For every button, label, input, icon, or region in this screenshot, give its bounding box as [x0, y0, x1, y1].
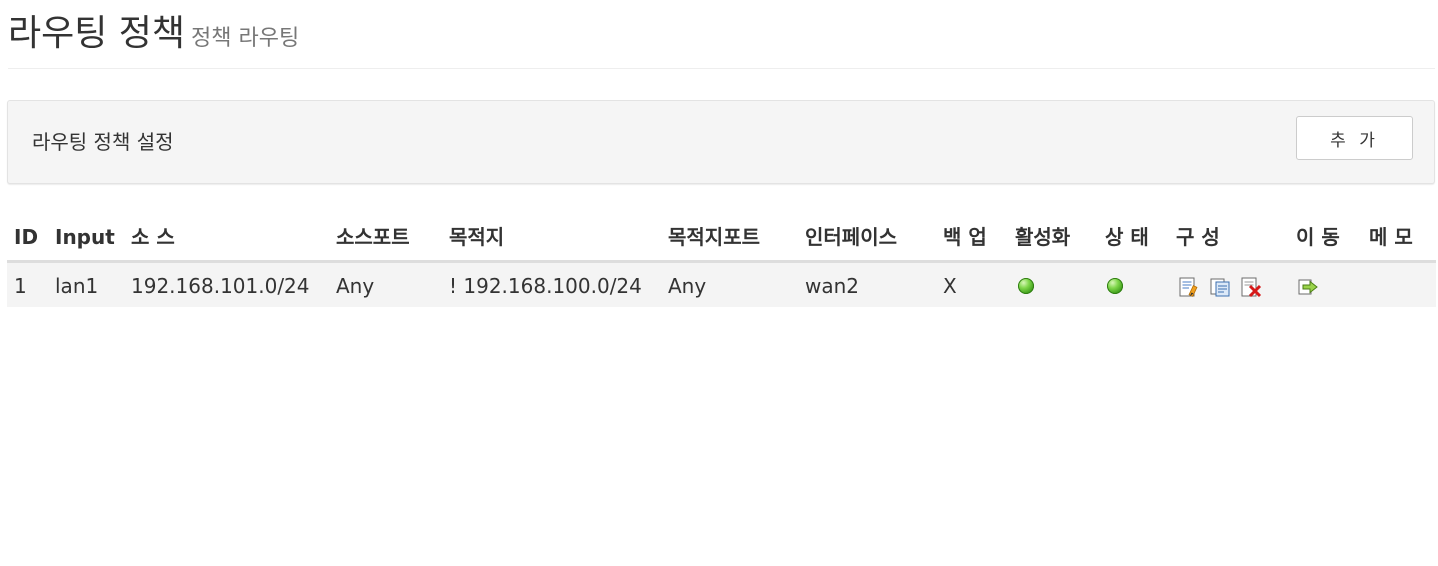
- settings-panel: 라우팅 정책 설정 추 가: [7, 100, 1435, 184]
- delete-icon[interactable]: [1240, 276, 1262, 298]
- copy-icon[interactable]: [1209, 276, 1231, 298]
- cell-source: 192.168.101.0/24: [131, 274, 310, 298]
- add-button[interactable]: 추 가: [1296, 116, 1413, 160]
- page-header: 라우팅 정책 정책 라우팅: [8, 0, 1435, 69]
- cell-destination: ! 192.168.100.0/24: [449, 274, 642, 298]
- column-header-source: 소 스: [131, 225, 175, 249]
- routing-policy-table: ID Input 소 스 소스포트 목적지 목적지포트 인터페이스 백 업 활성…: [7, 212, 1436, 307]
- column-header-destination: 목적지: [449, 225, 505, 249]
- column-header-source-port: 소스포트: [336, 225, 410, 249]
- move-icon[interactable]: [1297, 276, 1319, 298]
- column-header-interface: 인터페이스: [805, 225, 897, 249]
- column-header-backup: 백 업: [943, 225, 987, 249]
- column-header-status: 상 태: [1105, 225, 1149, 249]
- panel-title: 라우팅 정책 설정: [32, 130, 174, 154]
- page-title-text: 라우팅 정책: [8, 13, 186, 54]
- column-header-config: 구 성: [1176, 225, 1220, 249]
- cell-destination-port: Any: [668, 274, 707, 298]
- column-header-dest-port: 목적지포트: [668, 225, 760, 249]
- table-header-row: ID Input 소 스 소스포트 목적지 목적지포트 인터페이스 백 업 활성…: [7, 212, 1436, 263]
- cell-source-port: Any: [336, 274, 375, 298]
- page-title: 라우팅 정책 정책 라우팅: [8, 12, 299, 61]
- cell-backup: X: [943, 274, 957, 298]
- column-header-enabled: 활성화: [1015, 225, 1071, 249]
- page-subtitle: 정책 라우팅: [191, 26, 300, 51]
- status-indicator-icon: [1107, 278, 1123, 294]
- enabled-indicator-icon[interactable]: [1018, 278, 1034, 294]
- cell-interface: wan2: [805, 274, 860, 298]
- column-header-input: Input: [55, 225, 115, 249]
- edit-icon[interactable]: [1178, 276, 1200, 298]
- cell-input: lan1: [55, 274, 99, 298]
- table-row: 1 lan1 192.168.101.0/24 Any ! 192.168.10…: [7, 263, 1436, 307]
- column-header-move: 이 동: [1296, 225, 1340, 249]
- column-header-memo: 메 모: [1369, 225, 1413, 249]
- cell-id: 1: [14, 274, 27, 298]
- column-header-id: ID: [14, 225, 39, 249]
- page: 라우팅 정책 정책 라우팅 라우팅 정책 설정 추 가 ID Input 소 스 …: [0, 0, 1438, 566]
